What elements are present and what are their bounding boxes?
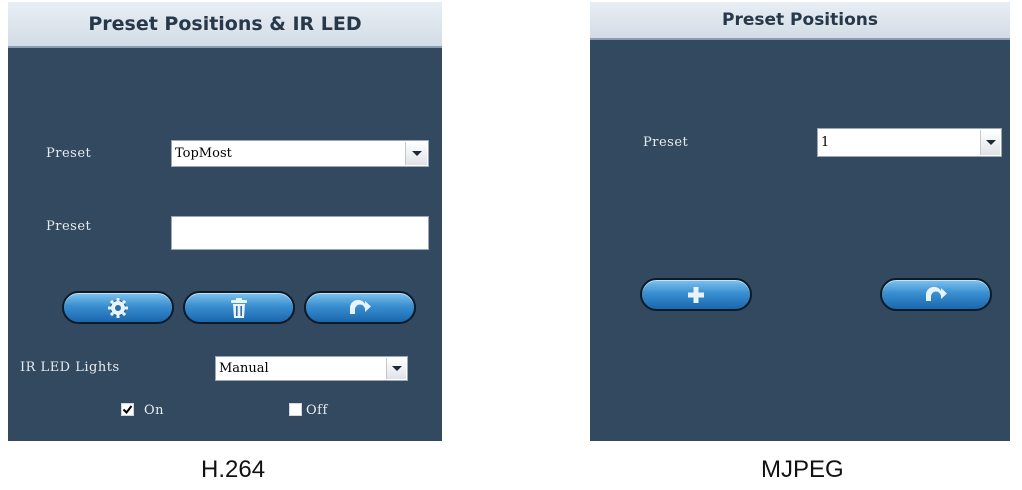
preset-select[interactable]: TopMost — [171, 140, 429, 167]
ir-off-checkbox[interactable] — [289, 403, 302, 416]
ir-on-label: On — [144, 403, 165, 418]
chevron-down-icon[interactable] — [980, 130, 1000, 155]
preset-name-input[interactable] — [171, 216, 429, 250]
gear-icon — [108, 297, 128, 318]
ir-on-checkbox[interactable] — [121, 403, 134, 416]
chevron-down-icon[interactable] — [405, 142, 427, 165]
preset-select-label: Preset — [46, 146, 92, 161]
preset-select-label: Preset — [643, 135, 689, 150]
return-arrow-icon — [925, 286, 947, 301]
preset-select[interactable]: 1 — [817, 128, 1002, 157]
trash-icon — [231, 297, 247, 318]
set-preset-button[interactable] — [62, 291, 174, 324]
goto-preset-button[interactable] — [304, 291, 416, 324]
panel-title: Preset Positions — [590, 2, 1010, 40]
ir-led-label: IR LED Lights — [20, 360, 120, 375]
preset-select-value: 1 — [821, 135, 830, 150]
goto-preset-button[interactable] — [880, 278, 992, 311]
delete-preset-button[interactable] — [183, 291, 295, 324]
checkmark-icon — [122, 405, 133, 415]
ir-off-label: Off — [306, 403, 328, 418]
ir-led-mode-value: Manual — [219, 361, 269, 376]
mjpeg-preset-panel: Preset Positions Preset 1 — [590, 2, 1010, 441]
add-preset-button[interactable] — [640, 278, 752, 311]
chevron-down-icon[interactable] — [386, 358, 406, 379]
mjpeg-caption: MJPEG — [761, 456, 844, 483]
preset-select-value: TopMost — [175, 146, 232, 161]
plus-icon — [688, 286, 704, 303]
h264-caption: H.264 — [201, 456, 266, 483]
preset-name-label: Preset — [46, 219, 92, 234]
h264-preset-panel: Preset Positions & IR LED Preset TopMost… — [8, 2, 442, 441]
return-arrow-icon — [349, 299, 371, 314]
panel-title: Preset Positions & IR LED — [8, 2, 442, 48]
ir-led-mode-select[interactable]: Manual — [215, 356, 408, 381]
